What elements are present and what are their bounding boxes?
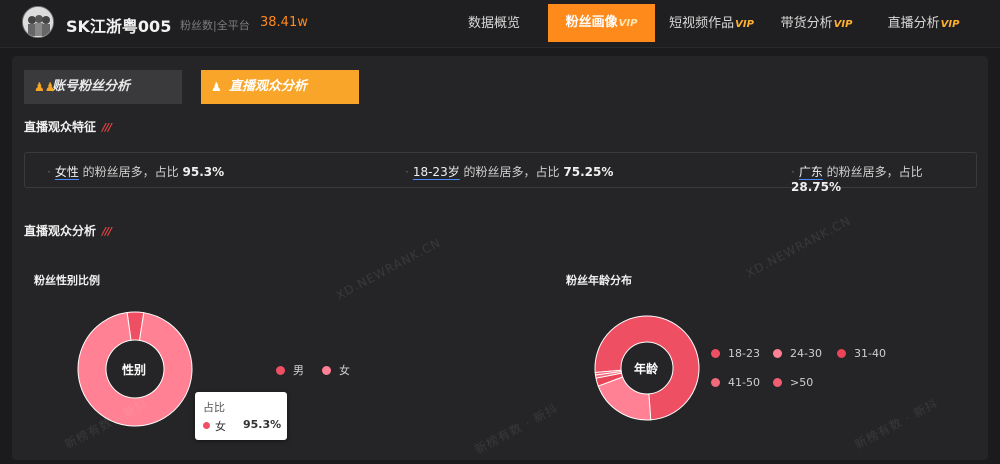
- bullet-icon: ·: [405, 165, 409, 179]
- chart-tooltip: 占比 女 95.3%: [195, 392, 287, 440]
- legend-dot: [276, 366, 285, 375]
- nav-goods-analysis[interactable]: 带货分析VIP: [775, 0, 858, 48]
- nav-label: 粉丝画像: [565, 15, 618, 30]
- feature-text: 的粉丝居多，占比: [82, 165, 179, 179]
- vip-badge: VIP: [618, 18, 638, 29]
- tab-account-fans[interactable]: ♟♟ 账号粉丝分析: [24, 70, 182, 104]
- feature-text: 的粉丝居多，占比: [826, 165, 923, 179]
- avatar-image: [23, 7, 53, 37]
- feature-pct: 95.3%: [182, 165, 225, 179]
- age-center-label: 年龄: [634, 362, 659, 376]
- feature-key: 18-23岁: [412, 165, 460, 179]
- vip-badge: VIP: [735, 19, 754, 30]
- feature-region: · 广东 的粉丝居多，占比 28.75%: [791, 163, 976, 194]
- avatar[interactable]: [22, 6, 54, 38]
- nav-label: 短视频作品: [669, 16, 735, 31]
- tooltip-value: 95.3%: [243, 418, 282, 431]
- nav-label: 数据概览: [467, 16, 520, 31]
- gender-center-label: 性别: [122, 363, 147, 377]
- features-section-title: 直播观众特征 ///: [24, 118, 112, 135]
- person-icon: ♟: [211, 80, 222, 94]
- users-icon: ♟♟: [34, 80, 56, 94]
- nav-label: 直播分析: [887, 16, 940, 31]
- gender-chart-title: 粉丝性别比例: [34, 274, 100, 287]
- legend-label: 男: [293, 364, 304, 377]
- legend-label: 31-40: [854, 347, 886, 360]
- feature-key: 广东: [798, 165, 823, 179]
- tab-live-audience[interactable]: ♟ 直播观众分析: [201, 70, 359, 104]
- legend-label: 女: [339, 364, 350, 377]
- vip-badge: VIP: [940, 19, 960, 30]
- nav-data-overview[interactable]: 数据概览: [458, 0, 530, 48]
- nav-label: 带货分析: [780, 16, 833, 31]
- feature-text: 的粉丝居多，占比: [463, 165, 560, 179]
- legend-dot: [837, 349, 846, 358]
- tooltip-dot: [203, 422, 210, 429]
- top-header: SK江浙粤005 粉丝数|全平台 38.41w 数据概览 粉丝画像VIP 短视频…: [0, 0, 1000, 48]
- legend-dot: [322, 366, 331, 375]
- legend-item-24-30[interactable]: 24-30: [773, 347, 822, 360]
- nav-fans-portrait[interactable]: 粉丝画像VIP: [548, 4, 655, 42]
- age-chart-title: 粉丝年龄分布: [566, 274, 632, 287]
- section-title-text: 直播观众分析: [24, 224, 97, 238]
- section-title-text: 直播观众特征: [24, 120, 97, 134]
- features-box: · 女性 的粉丝居多，占比 95.3% · 18-23岁 的粉丝居多，占比 75.2…: [24, 152, 977, 194]
- legend-dot: [773, 378, 782, 387]
- feature-age: · 18-23岁 的粉丝居多，占比 75.25%: [405, 163, 613, 180]
- title-marks-icon: ///: [102, 121, 112, 134]
- account-name: SK江浙粤005: [66, 17, 172, 36]
- legend-item-female[interactable]: 女: [322, 362, 350, 378]
- legend-dot: [711, 349, 720, 358]
- legend-label: >50: [790, 376, 814, 389]
- bullet-icon: ·: [47, 165, 51, 179]
- analysis-section-title: 直播观众分析 ///: [24, 222, 112, 239]
- legend-label: 18-23: [728, 347, 760, 360]
- tab-label: 直播观众分析: [229, 79, 308, 94]
- fans-count-value: 38.41w: [260, 15, 308, 30]
- legend-item-41-50[interactable]: 41-50: [711, 376, 760, 389]
- feature-pct: 75.25%: [563, 165, 614, 179]
- legend-item-over-50[interactable]: >50: [773, 376, 813, 389]
- tab-label: 账号粉丝分析: [52, 79, 131, 94]
- legend-item-male[interactable]: 男: [276, 362, 304, 378]
- legend-item-18-23[interactable]: 18-23: [711, 347, 760, 360]
- feature-pct: 28.75%: [791, 180, 841, 194]
- title-marks-icon: ///: [102, 225, 112, 238]
- nav-live-analysis[interactable]: 直播分析VIP: [882, 0, 965, 48]
- bullet-icon: ·: [791, 165, 795, 179]
- tooltip-label: 女: [215, 420, 226, 433]
- legend-dot: [773, 349, 782, 358]
- legend-item-31-40[interactable]: 31-40: [837, 347, 886, 360]
- feature-gender: · 女性 的粉丝居多，占比 95.3%: [47, 163, 224, 180]
- feature-key: 女性: [54, 165, 79, 179]
- tooltip-title: 占比: [203, 401, 225, 414]
- vip-badge: VIP: [833, 19, 853, 30]
- legend-dot: [711, 378, 720, 387]
- fans-count-label: 粉丝数|全平台: [180, 19, 250, 32]
- legend-label: 41-50: [728, 376, 760, 389]
- legend-label: 24-30: [790, 347, 822, 360]
- nav-short-video[interactable]: 短视频作品VIP: [664, 0, 759, 48]
